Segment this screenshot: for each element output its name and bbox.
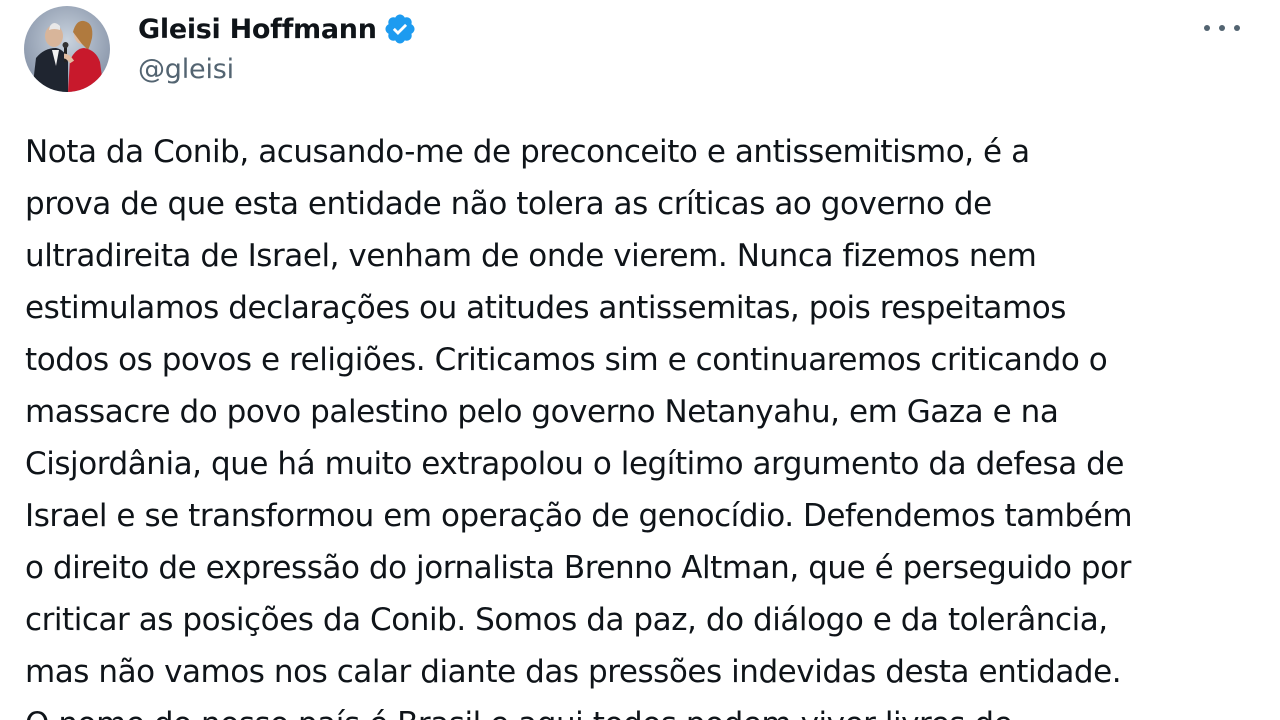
- tweet-text-line: prova de que esta entidade não tolera as…: [25, 186, 992, 222]
- author-display-name[interactable]: Gleisi Hoffmann: [138, 14, 377, 45]
- tweet-text-line: Cisjordânia, que há muito extrapolou o l…: [25, 446, 1125, 482]
- tweet-text-line: estimulamos declarações ou atitudes anti…: [25, 290, 1066, 326]
- tweet-text-line: massacre do povo palestino pelo governo …: [25, 394, 1059, 430]
- verified-badge-icon[interactable]: [383, 12, 417, 46]
- more-dot: [1234, 25, 1240, 31]
- tweet-text-line: todos os povos e religiões. Criticamos s…: [25, 342, 1108, 378]
- tweet-author: Gleisi Hoffmann @gleisi: [138, 10, 417, 85]
- tweet-text: Nota da Conib, acusando-me de preconceit…: [25, 126, 1260, 720]
- more-options-icon[interactable]: [1204, 16, 1240, 40]
- avatar-photo-icon: [24, 6, 110, 92]
- tweet-text-line: o direito de expressão do jornalista Bre…: [25, 550, 1131, 586]
- tweet-text-line: O nome do nosso país é Brasil e aqui tod…: [25, 698, 1260, 720]
- author-handle[interactable]: @gleisi: [138, 54, 417, 85]
- avatar[interactable]: [24, 6, 110, 92]
- tweet: Gleisi Hoffmann @gleisi Nota da Conib, a…: [0, 0, 1280, 720]
- tweet-text-line: ultradireita de Israel, venham de onde v…: [25, 238, 1037, 274]
- tweet-text-line: criticar as posições da Conib. Somos da …: [25, 602, 1108, 638]
- tweet-text-line: Nota da Conib, acusando-me de preconceit…: [25, 134, 1030, 170]
- author-name-row: Gleisi Hoffmann: [138, 10, 417, 48]
- more-dot: [1219, 25, 1225, 31]
- more-dot: [1204, 25, 1210, 31]
- tweet-text-line: mas não vamos nos calar diante das press…: [25, 654, 1122, 690]
- tweet-text-line: Israel e se transformou em operação de g…: [25, 498, 1133, 534]
